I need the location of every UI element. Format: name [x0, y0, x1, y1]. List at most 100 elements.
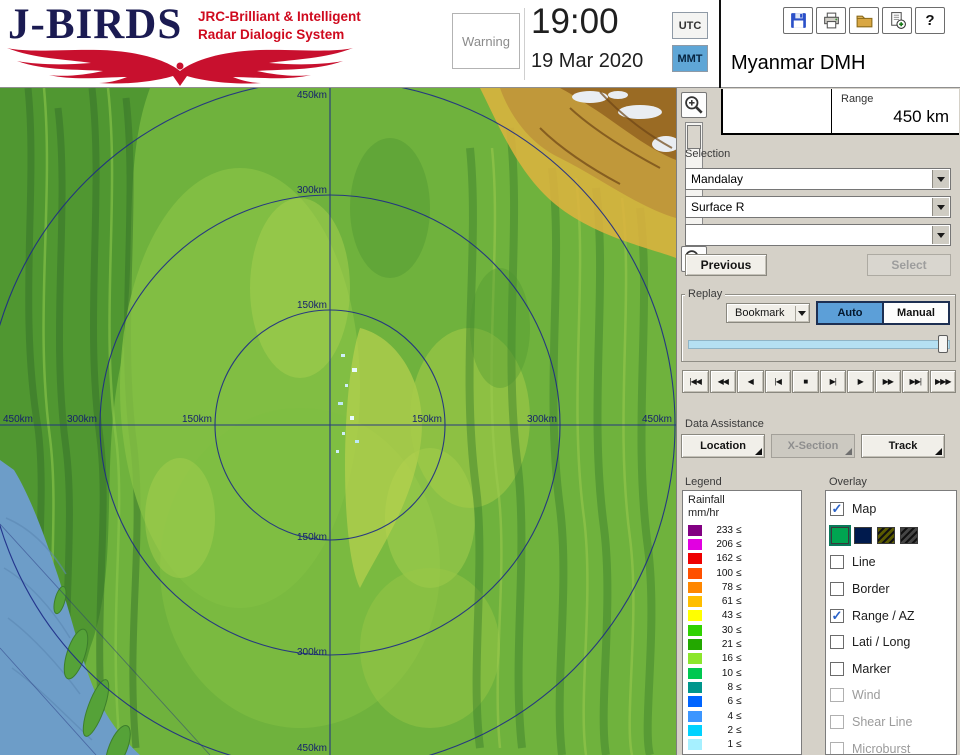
- map-style-swatch-1[interactable]: [854, 527, 872, 545]
- auto-button[interactable]: Auto: [818, 303, 882, 323]
- selection-combo-2[interactable]: [685, 224, 951, 246]
- overlay-label: Overlay: [829, 476, 867, 488]
- legend-unit-line2: mm/hr: [688, 507, 720, 519]
- save-button[interactable]: [783, 7, 813, 34]
- zoom-slider-handle[interactable]: [687, 125, 701, 149]
- warning-button[interactable]: Warning: [452, 13, 520, 69]
- range-divider: [831, 89, 832, 133]
- legend-leq-sign: ≤: [736, 524, 742, 536]
- chevron-down-icon[interactable]: [932, 226, 949, 244]
- mmt-button[interactable]: MMT: [672, 45, 708, 72]
- checkbox-unchecked[interactable]: [830, 661, 844, 676]
- logo-title: J-BIRDS: [8, 1, 183, 48]
- playback-button-0[interactable]: |◀◀: [682, 370, 709, 393]
- playback-button-5[interactable]: ▶|: [819, 370, 846, 393]
- playback-button-7[interactable]: ▶▶: [874, 370, 901, 393]
- assist-location-button[interactable]: Location: [681, 434, 765, 458]
- legend-value: 8: [727, 681, 733, 693]
- help-icon: ?: [925, 12, 935, 29]
- legend-value: 43: [721, 610, 733, 622]
- playback-button-6[interactable]: ▶: [847, 370, 874, 393]
- manual-button[interactable]: Manual: [884, 303, 948, 323]
- legend-color-swatch: [688, 581, 702, 593]
- legend-row: 10 ≤: [688, 666, 796, 680]
- playback-button-3[interactable]: |◀: [764, 370, 791, 393]
- legend-leq-sign: ≤: [736, 567, 742, 579]
- replay-timeline-slider[interactable]: [688, 335, 950, 353]
- header-divider: [524, 8, 525, 80]
- overlay-item-line[interactable]: Line: [830, 549, 952, 576]
- legend-row: 8 ≤: [688, 680, 796, 694]
- chevron-down-icon: [798, 311, 806, 316]
- legend-value: 78: [721, 581, 733, 593]
- utc-button[interactable]: UTC: [672, 12, 708, 39]
- playback-button-1[interactable]: ◀◀: [709, 370, 736, 393]
- legend-color-swatch: [688, 610, 702, 622]
- legend-row: 43 ≤: [688, 609, 796, 623]
- export-image-button[interactable]: [882, 7, 912, 34]
- magnifier-plus-icon: [685, 96, 703, 114]
- overlay-item-border[interactable]: Border: [830, 576, 952, 603]
- map-style-swatch-0[interactable]: [829, 525, 851, 547]
- playback-button-4[interactable]: ■: [792, 370, 819, 393]
- map-style-swatch-3[interactable]: [900, 527, 918, 545]
- ring-label: 150km: [297, 532, 327, 543]
- ring-label: 150km: [297, 300, 327, 311]
- checkbox-unchecked[interactable]: [830, 555, 844, 570]
- chevron-down-icon[interactable]: [932, 198, 949, 216]
- legend-row: 233 ≤: [688, 523, 796, 537]
- overlay-item-label: Map: [852, 502, 877, 517]
- legend-row: 162 ≤: [688, 552, 796, 566]
- clock-time: 19:00: [531, 2, 619, 41]
- selection-combo-0[interactable]: Mandalay: [685, 168, 951, 190]
- folder-icon: [856, 15, 872, 28]
- header-bar: J-BIRDS JRC-Brilliant & Intelligent Rada…: [0, 0, 960, 88]
- corner-triangle-icon: [935, 448, 942, 455]
- assist-track-button[interactable]: Track: [861, 434, 945, 458]
- open-folder-button[interactable]: [849, 7, 879, 34]
- corner-triangle-icon: [755, 448, 762, 455]
- range-value: 450 km: [893, 107, 949, 126]
- playback-button-8[interactable]: ▶▶|: [902, 370, 929, 393]
- overlay-item-label: Line: [852, 555, 876, 570]
- timeline-track[interactable]: [688, 340, 950, 349]
- timeline-handle[interactable]: [938, 335, 948, 353]
- chevron-down-icon[interactable]: [932, 170, 949, 188]
- print-button[interactable]: [816, 7, 846, 34]
- overlay-item-range-az[interactable]: ✓ Range / AZ: [830, 602, 952, 629]
- replay-mode-toggle: Auto Manual: [816, 301, 950, 325]
- control-panel: Range 450 km Selection Mandalay Surface R…: [676, 88, 960, 755]
- playback-button-9[interactable]: ▶▶▶: [929, 370, 956, 393]
- overlay-item-marker[interactable]: Marker: [830, 656, 952, 683]
- legend-color-swatch: [688, 524, 702, 536]
- legend-value: 4: [727, 710, 733, 722]
- bookmark-button[interactable]: Bookmark: [726, 303, 810, 323]
- combo-value: Surface R: [691, 200, 745, 214]
- overlay-item-map[interactable]: ✓ Map: [830, 496, 952, 523]
- checkbox-checked[interactable]: ✓: [830, 502, 844, 517]
- checkbox-unchecked[interactable]: [830, 635, 844, 650]
- overlay-item-label: Shear Line: [852, 715, 913, 730]
- overlay-panel: ✓ Map Line Border ✓ Range / AZ Lati / Long Mark…: [825, 490, 957, 755]
- map-style-swatch-2[interactable]: [877, 527, 895, 545]
- save-icon: [790, 13, 806, 28]
- assist-button-label: X-Section: [787, 440, 839, 452]
- overlay-item-lati-long[interactable]: Lati / Long: [830, 629, 952, 656]
- range-display: Range 450 km: [721, 89, 959, 135]
- checkbox-unchecked[interactable]: [830, 582, 844, 597]
- previous-button[interactable]: Previous: [685, 254, 767, 276]
- assist-button-label: Track: [888, 440, 918, 452]
- help-button[interactable]: ?: [915, 7, 945, 34]
- legend-value: 2: [727, 724, 733, 736]
- legend-value: 21: [721, 639, 733, 651]
- bookmark-label: Bookmark: [735, 307, 785, 319]
- radar-map[interactable]: 450km 300km 150km 150km 300km 450km 450k…: [0, 88, 676, 755]
- overlay-item-label: Border: [852, 582, 890, 597]
- zoom-in-button[interactable]: [681, 92, 707, 118]
- legend-row: 21 ≤: [688, 637, 796, 651]
- ring-label: 450km: [3, 414, 33, 425]
- overlay-item-label: Range / AZ: [852, 608, 915, 623]
- checkbox-checked[interactable]: ✓: [830, 608, 844, 623]
- selection-combo-1[interactable]: Surface R: [685, 196, 951, 218]
- playback-button-2[interactable]: ◀: [737, 370, 764, 393]
